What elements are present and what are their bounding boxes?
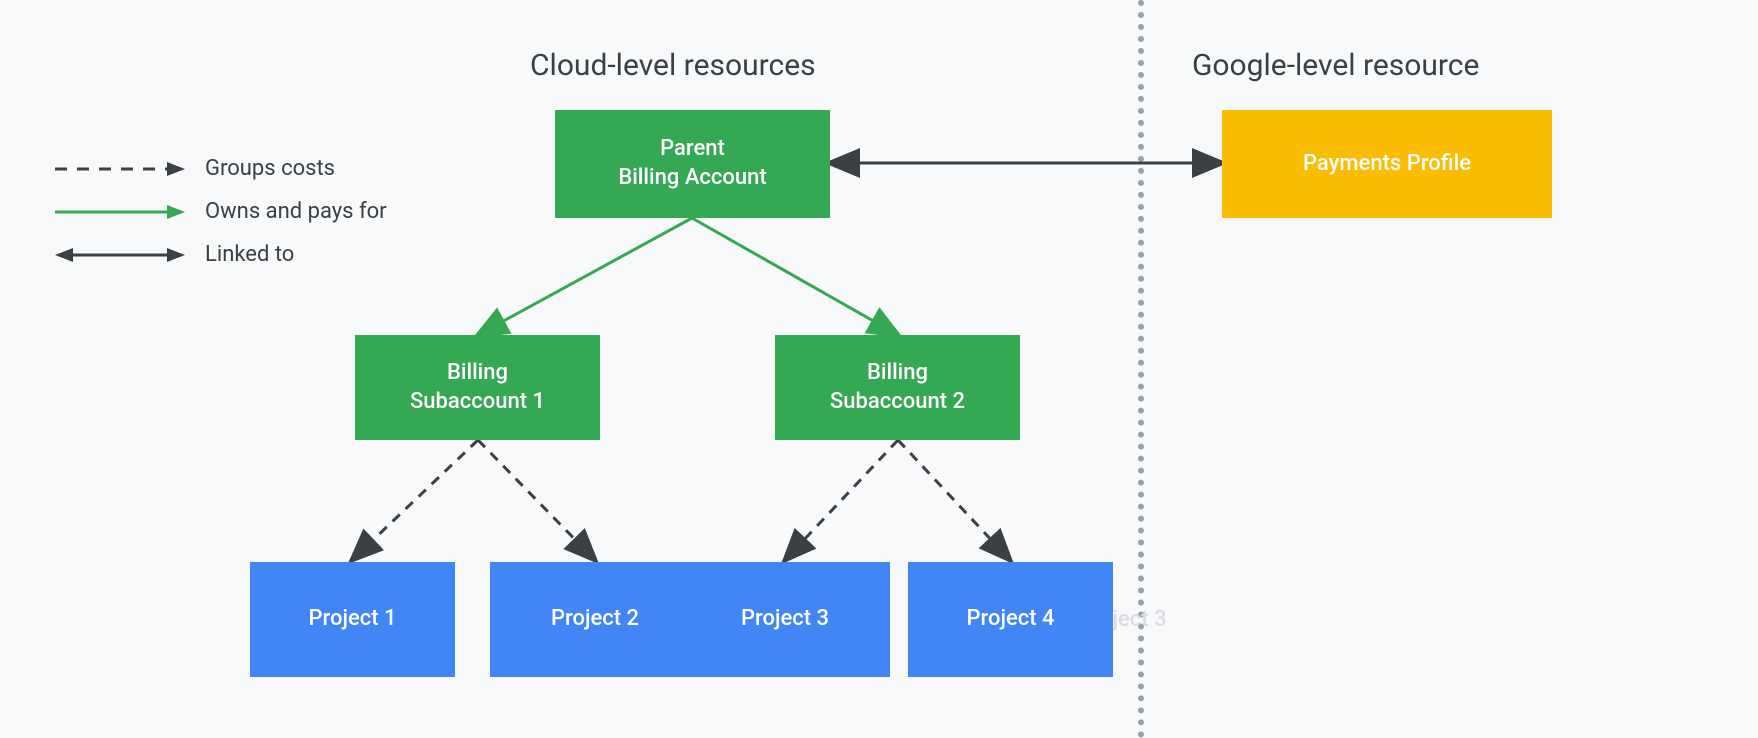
project-1-node: Project 1 xyxy=(250,562,455,677)
legend-label-linked: Linked to xyxy=(205,242,294,267)
project-3-node: Project 3 xyxy=(680,562,890,677)
legend-owns-pays: Owns and pays for xyxy=(55,199,387,224)
double-arrow-icon xyxy=(55,243,185,267)
legend-label-owns: Owns and pays for xyxy=(205,199,387,224)
google-level-heading: Google-level resource xyxy=(1192,48,1479,83)
legend-groups-costs: Groups costs xyxy=(55,156,387,181)
legend-label-groups: Groups costs xyxy=(205,156,335,181)
payments-profile-node: Payments Profile xyxy=(1222,110,1552,218)
dashed-arrow-icon xyxy=(55,157,185,181)
parent-billing-account-node: Parent Billing Account xyxy=(555,110,830,218)
project-2-node: Project 2 xyxy=(490,562,700,677)
legend: Groups costs Owns and pays for Linked to xyxy=(55,156,387,285)
billing-subaccount-2-node: Billing Subaccount 2 xyxy=(775,335,1020,440)
solid-green-arrow-icon xyxy=(55,200,185,224)
billing-subaccount-1-node: Billing Subaccount 1 xyxy=(355,335,600,440)
legend-linked-to: Linked to xyxy=(55,242,387,267)
cloud-level-heading: Cloud-level resources xyxy=(530,48,816,83)
project-4-node: Project 4 xyxy=(908,562,1113,677)
